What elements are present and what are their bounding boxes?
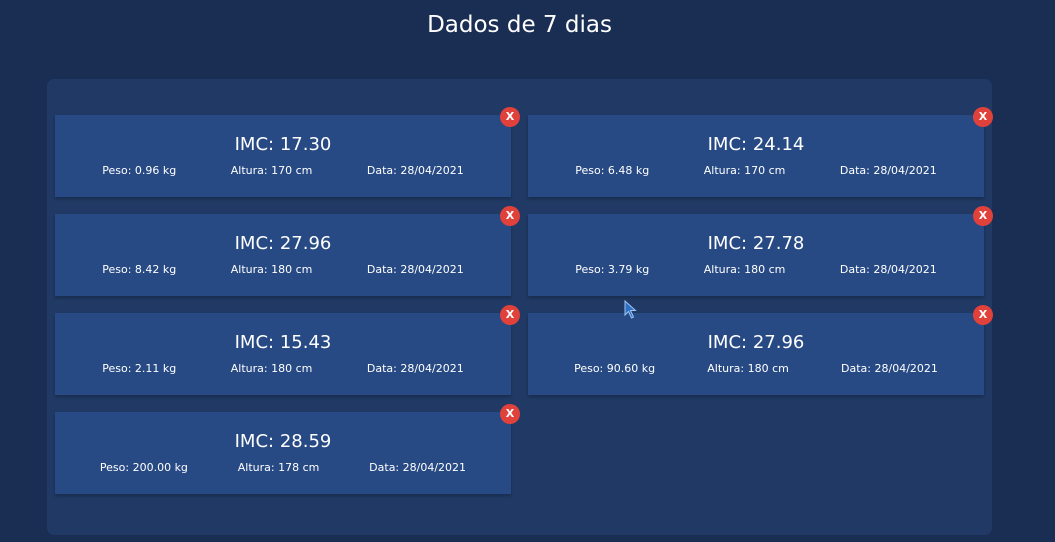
record-peso: Peso: 3.79 kg [575,263,650,276]
record-card: IMC: 15.43 Peso: 2.11 kg Altura: 180 cm … [55,305,520,395]
record-details: Peso: 90.60 kg Altura: 180 cm Data: 28/0… [528,362,984,376]
record-imc: IMC: 24.14 [707,134,805,155]
delete-record-button[interactable]: X [500,107,520,127]
page: Dados de 7 dias IMC: 17.30 Peso: 0.96 kg… [0,0,1055,542]
delete-record-button[interactable]: X [973,305,993,325]
record-imc: IMC: 15.43 [234,332,332,353]
record-altura: Altura: 180 cm [703,263,786,276]
record-imc: IMC: 28.59 [234,431,332,452]
record-data: Data: 28/04/2021 [366,362,464,375]
record-card: IMC: 17.30 Peso: 0.96 kg Altura: 170 cm … [55,107,520,197]
record-altura: Altura: 178 cm [237,461,320,474]
record-imc: IMC: 27.96 [234,233,332,254]
record-details: Peso: 6.48 kg Altura: 170 cm Data: 28/04… [528,164,984,178]
record-card: IMC: 24.14 Peso: 6.48 kg Altura: 170 cm … [528,107,993,197]
delete-record-button[interactable]: X [500,404,520,424]
record-details: Peso: 3.79 kg Altura: 180 cm Data: 28/04… [528,263,984,277]
record-details: Peso: 8.42 kg Altura: 180 cm Data: 28/04… [55,263,511,277]
record-data: Data: 28/04/2021 [366,263,464,276]
record-imc: IMC: 17.30 [234,134,332,155]
delete-record-button[interactable]: X [500,206,520,226]
record-card: IMC: 28.59 Peso: 200.00 kg Altura: 178 c… [55,404,520,494]
record-peso: Peso: 200.00 kg [99,461,188,474]
record-peso: Peso: 6.48 kg [575,164,650,177]
record-data: Data: 28/04/2021 [839,164,937,177]
record-peso: Peso: 2.11 kg [102,362,177,375]
records-grid: IMC: 17.30 Peso: 0.96 kg Altura: 170 cm … [55,107,993,494]
mouse-pointer-icon [624,300,637,319]
record-imc: IMC: 27.78 [707,233,805,254]
record-altura: Altura: 180 cm [230,263,313,276]
record-card: IMC: 27.96 Peso: 8.42 kg Altura: 180 cm … [55,206,520,296]
record-data: Data: 28/04/2021 [841,362,938,375]
record-peso: Peso: 90.60 kg [574,362,656,375]
delete-record-button[interactable]: X [500,305,520,325]
record-data: Data: 28/04/2021 [369,461,467,474]
record-details: Peso: 200.00 kg Altura: 178 cm Data: 28/… [55,461,511,475]
record-altura: Altura: 180 cm [230,362,313,375]
record-data: Data: 28/04/2021 [366,164,464,177]
record-altura: Altura: 170 cm [703,164,786,177]
record-data: Data: 28/04/2021 [839,263,937,276]
record-imc: IMC: 27.96 [707,332,805,353]
record-peso: Peso: 8.42 kg [102,263,177,276]
page-title: Dados de 7 dias [427,12,612,38]
records-panel: IMC: 17.30 Peso: 0.96 kg Altura: 170 cm … [47,79,993,535]
record-card: IMC: 27.78 Peso: 3.79 kg Altura: 180 cm … [528,206,993,296]
delete-record-button[interactable]: X [973,107,993,127]
record-details: Peso: 2.11 kg Altura: 180 cm Data: 28/04… [55,362,511,376]
record-altura: Altura: 180 cm [707,362,789,375]
record-card: IMC: 27.96 Peso: 90.60 kg Altura: 180 cm… [528,305,993,395]
record-peso: Peso: 0.96 kg [102,164,177,177]
delete-record-button[interactable]: X [973,206,993,226]
record-details: Peso: 0.96 kg Altura: 170 cm Data: 28/04… [55,164,511,178]
record-altura: Altura: 170 cm [230,164,313,177]
